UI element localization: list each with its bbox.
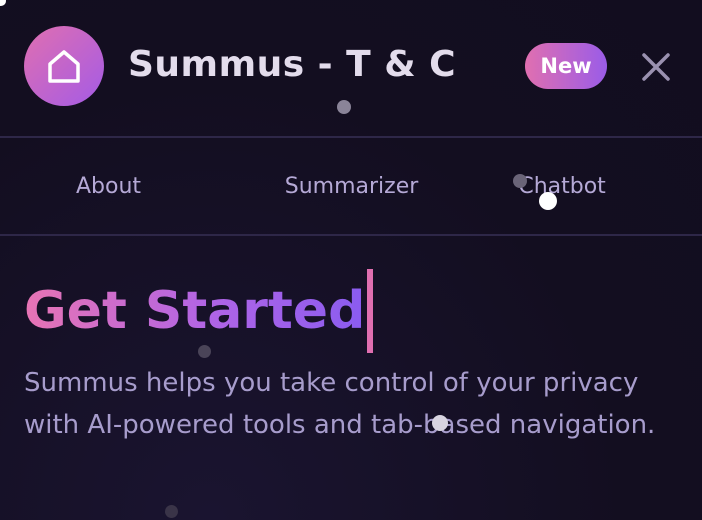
particle-dot xyxy=(513,174,527,188)
tab-summarizer[interactable]: Summarizer xyxy=(260,138,444,234)
home-icon xyxy=(45,47,83,85)
close-button[interactable] xyxy=(636,47,676,87)
app-title: Summus - T & C xyxy=(128,44,457,85)
app-window: Summus - T & C New About Summarizer Chat… xyxy=(0,0,702,520)
tab-chatbot[interactable]: Chatbot xyxy=(443,138,702,234)
intro-description: Summus helps you take control of your pr… xyxy=(24,368,656,440)
tab-about[interactable]: About xyxy=(0,138,260,234)
new-badge: New xyxy=(525,43,607,89)
particle-dot xyxy=(337,100,351,114)
particle-dot xyxy=(165,505,178,518)
page-heading: Get Started xyxy=(24,268,365,354)
particle-dot xyxy=(432,415,448,431)
tab-bar: About Summarizer Chatbot xyxy=(0,138,702,236)
typing-caret xyxy=(367,269,374,353)
particle-dot xyxy=(198,345,211,358)
header: Summus - T & C New xyxy=(0,0,702,138)
close-icon xyxy=(640,51,672,83)
heading-wrap: Get Started xyxy=(24,268,374,354)
particle-dot xyxy=(539,192,557,210)
logo[interactable] xyxy=(24,26,104,106)
